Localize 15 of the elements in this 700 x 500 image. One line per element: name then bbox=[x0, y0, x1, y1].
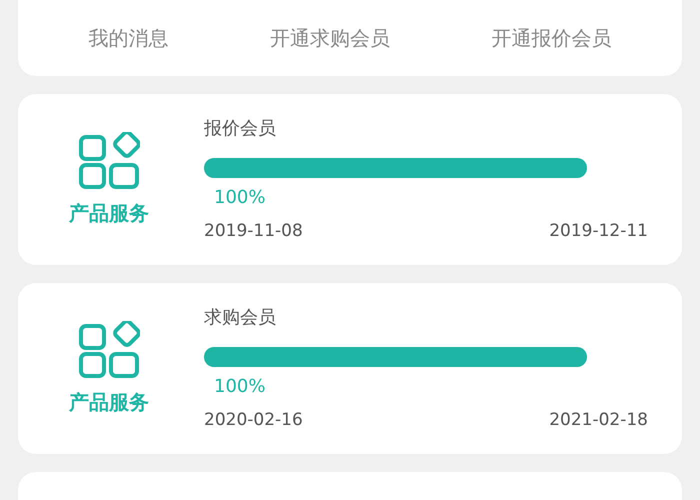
progress-percent: 100% bbox=[214, 186, 266, 210]
grid-icon bbox=[78, 132, 140, 190]
end-date: 2019-12-11 bbox=[549, 220, 648, 243]
start-date: 2020-02-16 bbox=[204, 408, 303, 432]
tab[interactable]: 开通求购会员 bbox=[270, 23, 390, 53]
tab[interactable]: 开通报价会员 bbox=[491, 23, 612, 53]
icon-label: 产品服务 bbox=[69, 388, 149, 416]
grid-icon bbox=[78, 320, 140, 378]
membership-title: 求购会员 bbox=[204, 306, 276, 330]
start-date: 2019-11-08 bbox=[204, 220, 303, 243]
membership-title: 报价会员 bbox=[204, 116, 276, 141]
end-date: 2021-02-18 bbox=[549, 408, 648, 432]
progress-percent: 100% bbox=[214, 374, 266, 399]
tab[interactable]: 我的消息 bbox=[88, 23, 169, 53]
icon-label: 产品服务 bbox=[69, 200, 149, 226]
